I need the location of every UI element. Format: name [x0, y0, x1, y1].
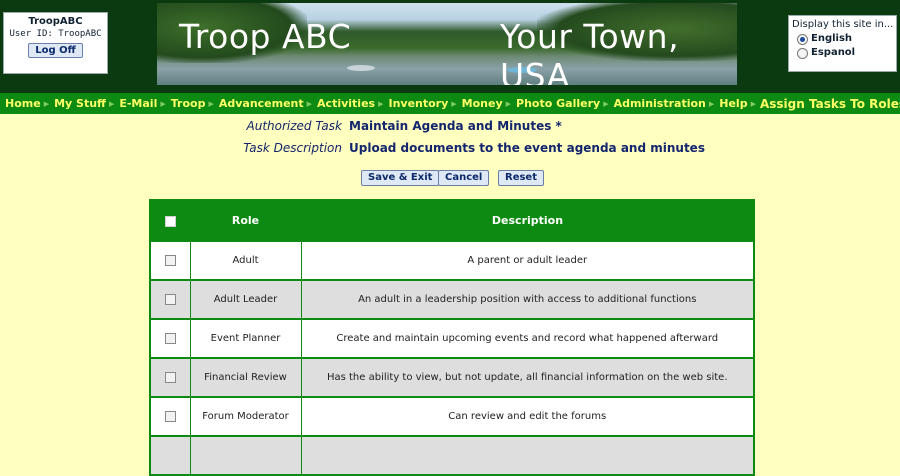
role-cell: Adult	[190, 241, 302, 281]
account-name: TroopABC	[28, 16, 83, 27]
user-box: TroopABC User ID: TroopABC Log Off	[3, 12, 108, 74]
roles-table: Role Description Adult A parent or adult…	[149, 199, 755, 476]
role-cell: Event Planner	[190, 319, 302, 359]
language-option-english[interactable]: English	[789, 33, 896, 45]
main-nav: Home ▶ My Stuff ▶ E-Mail ▶ Troop ▶ Advanceme…	[0, 93, 900, 114]
cancel-button[interactable]: Cancel	[438, 170, 490, 186]
banner-image: Troop ABC Your Town, USA	[157, 3, 737, 85]
nav-email[interactable]: E-Mail	[114, 97, 160, 110]
nav-activities[interactable]: Activities	[312, 97, 378, 110]
table-row: Adult A parent or adult leader	[149, 241, 755, 281]
table-row: Forum Moderator Can review and edit the …	[149, 397, 755, 437]
select-all-cell	[149, 199, 191, 242]
radio-selected-icon[interactable]	[797, 34, 808, 45]
description-cell: Has the ability to view, but not update,…	[301, 358, 755, 398]
description-cell: A parent or adult leader	[301, 241, 755, 281]
save-exit-button[interactable]: Save & Exit	[361, 170, 440, 186]
table-row: Event Planner Create and maintain upcomi…	[149, 319, 755, 359]
reset-button[interactable]: Reset	[498, 170, 544, 186]
nav-photo-gallery[interactable]: Photo Gallery	[511, 97, 603, 110]
nav-administration[interactable]: Administration	[609, 97, 709, 110]
nav-inventory[interactable]: Inventory	[383, 97, 451, 110]
column-header-role: Role	[189, 199, 302, 242]
authorized-task-value: Maintain Agenda and Minutes *	[349, 119, 562, 133]
language-option-espanol[interactable]: Espanol	[789, 47, 896, 59]
table-header-row: Role Description	[149, 199, 755, 242]
log-off-button[interactable]: Log Off	[28, 43, 83, 58]
language-selector: Display this site in... English Espanol	[788, 15, 897, 72]
select-all-checkbox[interactable]	[164, 215, 176, 227]
banner-town-title: Your Town, USA	[500, 17, 680, 85]
current-page-title: Assign Tasks To Roles	[759, 96, 900, 111]
table-row: Financial Review Has the ability to view…	[149, 358, 755, 398]
nav-advancement[interactable]: Advancement	[214, 97, 307, 110]
site-header: TroopABC User ID: TroopABC Log Off Troop…	[0, 0, 900, 93]
table-row: Adult Leader An adult in a leadership po…	[149, 280, 755, 320]
canoe-shape	[347, 65, 375, 71]
row-checkbox[interactable]	[164, 371, 176, 383]
nav-money[interactable]: Money	[457, 97, 506, 110]
language-header: Display this site in...	[792, 19, 894, 30]
task-description-label: Task Description	[243, 141, 342, 155]
table-row	[149, 436, 755, 476]
user-id: User ID: TroopABC	[9, 29, 102, 39]
nav-home[interactable]: Home	[0, 97, 44, 110]
row-checkbox[interactable]	[164, 410, 176, 422]
role-cell: Adult Leader	[190, 280, 302, 320]
row-checkbox[interactable]	[164, 293, 176, 305]
row-checkbox[interactable]	[164, 254, 176, 266]
role-cell: Financial Review	[190, 358, 302, 398]
banner-troop-title: Troop ABC	[179, 17, 352, 56]
role-cell: Forum Moderator	[190, 397, 302, 437]
description-cell: Create and maintain upcoming events and …	[301, 319, 755, 359]
radio-unselected-icon[interactable]	[797, 48, 808, 59]
row-checkbox[interactable]	[164, 332, 176, 344]
description-cell: An adult in a leadership position with a…	[301, 280, 755, 320]
nav-help[interactable]: Help	[714, 97, 750, 110]
authorized-task-label: Authorized Task	[246, 119, 342, 133]
column-header-description: Description	[300, 199, 755, 242]
description-cell: Can review and edit the forums	[301, 397, 755, 437]
nav-my-stuff[interactable]: My Stuff	[49, 97, 109, 110]
nav-troop[interactable]: Troop	[166, 97, 209, 110]
task-description-value: Upload documents to the event agenda and…	[349, 141, 705, 155]
